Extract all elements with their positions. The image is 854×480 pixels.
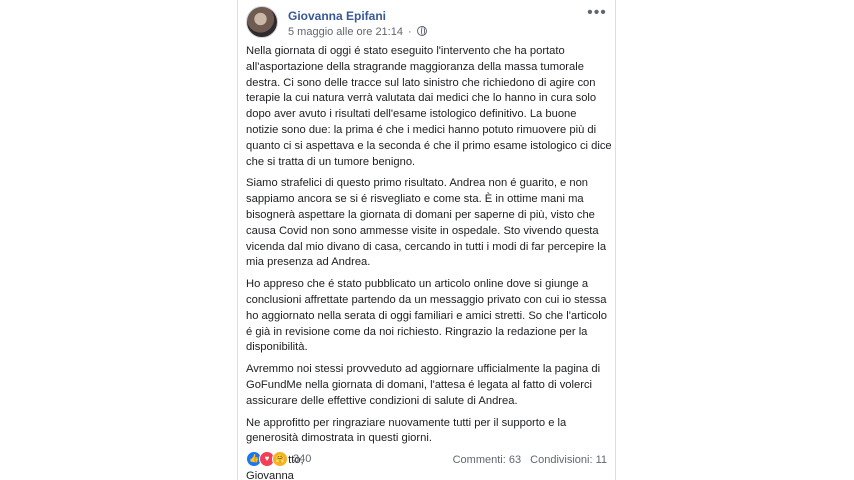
post-timestamp[interactable]: 5 maggio alle ore 21:14 — [288, 26, 403, 38]
author-name[interactable]: Giovanna Epifani — [288, 9, 386, 23]
shares-count-link[interactable]: Condivisioni: 11 — [530, 454, 607, 466]
post-header: Giovanna Epifani 5 maggio alle ore 21:14… — [246, 5, 607, 42]
comments-count-link[interactable]: Commenti: 63 — [453, 454, 521, 466]
page: Giovanna Epifani 5 maggio alle ore 21:14… — [0, 0, 854, 480]
reaction-count[interactable]: 340 — [293, 453, 311, 465]
globe-icon[interactable] — [416, 26, 427, 36]
post-paragraph-2: Siamo strafelici di questo primo risulta… — [246, 177, 607, 269]
post-meta: 5 maggio alle ore 21:14 · — [288, 26, 427, 38]
meta-separator: · — [408, 26, 412, 38]
more-options-button[interactable]: ••• — [587, 5, 607, 24]
care-icon: 🤗 — [272, 451, 288, 467]
post-paragraph-4: Avremmo noi stessi provveduto ad aggiorn… — [246, 363, 601, 407]
ellipsis-icon: ••• — [587, 4, 607, 21]
reactions-summary[interactable]: 👍 ♥ 🤗 340 — [246, 450, 311, 468]
post-paragraph-5: Ne approfitto per ringraziare nuovamente… — [246, 416, 567, 445]
post-body: Nella giornata di oggi é stato eseguito … — [246, 44, 614, 480]
avatar[interactable] — [246, 6, 278, 38]
post-card: Giovanna Epifani 5 maggio alle ore 21:14… — [237, 0, 616, 480]
post-footer: 👍 ♥ 🤗 340 Commenti: 63 Condivisioni: 11 — [246, 450, 607, 470]
post-stats: Commenti: 63 Condivisioni: 11 — [453, 454, 607, 466]
post-paragraph-3: Ho appreso che é stato pubblicato un art… — [246, 278, 607, 354]
post-paragraph-1: Nella giornata di oggi é stato eseguito … — [246, 45, 612, 168]
